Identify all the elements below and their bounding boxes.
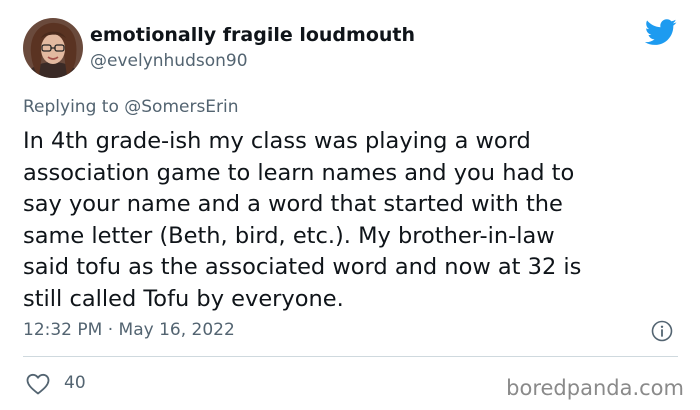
author-display-name[interactable]: emotionally fragile loudmouth — [90, 23, 415, 47]
tweet-text-line: said tofu as the associated word and now… — [23, 254, 582, 281]
replying-prefix: Replying to — [23, 97, 119, 117]
avatar[interactable] — [23, 18, 83, 78]
twitter-bird-icon — [644, 19, 677, 46]
tweet-timestamp[interactable]: 12:32 PM · May 16, 2022 — [23, 318, 235, 342]
like-count: 40 — [64, 373, 86, 393]
tweet-text-line: In 4th grade-ish my class was playing a … — [23, 128, 531, 154]
tweet-text-line: say your name and a word that started wi… — [23, 191, 563, 218]
tweet-text-line: same letter (Beth, bird, etc.). My broth… — [23, 222, 555, 249]
watermark: boredpanda.com — [506, 376, 684, 400]
replying-to-mention[interactable]: @SomersErin — [124, 97, 238, 117]
info-icon[interactable] — [651, 320, 673, 342]
heart-icon[interactable] — [25, 372, 51, 396]
tweet-text-line: still called Tofu by everyone. — [23, 285, 344, 312]
reply-context: Replying to @SomersErin — [23, 95, 239, 119]
tweet-text-line: association game to learn names and you … — [23, 159, 575, 186]
tweet-text: In 4th grade-ish my class was playing a … — [23, 126, 678, 316]
divider — [23, 356, 678, 357]
author-handle[interactable]: @evelynhudson90 — [90, 50, 248, 72]
